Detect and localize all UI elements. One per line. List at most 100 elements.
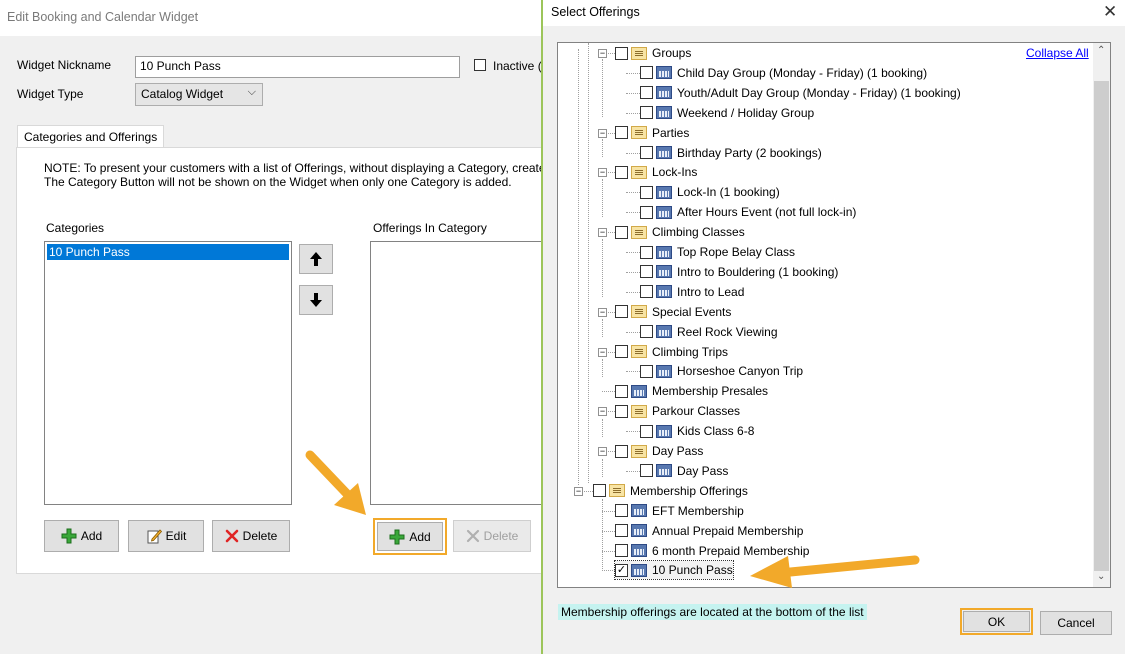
tree-node[interactable]: Parkour Classes xyxy=(615,402,740,420)
tree-node[interactable]: Lock-In (1 booking) xyxy=(640,183,780,201)
expander-minus-icon[interactable]: − xyxy=(598,128,607,138)
checkbox[interactable] xyxy=(640,464,653,478)
checkbox[interactable] xyxy=(593,484,606,498)
tab-categories-and-offerings[interactable]: Categories and Offerings xyxy=(17,125,165,148)
checkbox[interactable] xyxy=(640,424,653,438)
expander-minus-icon[interactable]: − xyxy=(598,447,607,456)
tree-node[interactable]: Weekend / Holiday Group xyxy=(640,104,814,122)
tree-node[interactable]: Birthday Party (2 bookings) xyxy=(640,144,822,162)
checkbox[interactable] xyxy=(615,444,628,458)
tree-connector xyxy=(626,470,640,472)
expander-minus-icon[interactable]: − xyxy=(598,407,607,417)
tree-node-label: Horseshoe Canyon Trip xyxy=(677,364,804,379)
tree-node[interactable]: Horseshoe Canyon Trip xyxy=(640,362,803,380)
checkbox[interactable] xyxy=(640,86,653,100)
inactive-label: Inactive ( xyxy=(493,59,542,73)
tree-node[interactable]: Membership Presales xyxy=(615,382,768,400)
note-line-1: NOTE: To present your customers with a l… xyxy=(44,161,559,175)
tree-node[interactable]: Intro to Lead xyxy=(640,283,744,301)
offering-add-button[interactable]: Add xyxy=(377,522,443,551)
expander-minus-icon[interactable]: − xyxy=(598,347,607,357)
offerings-listbox[interactable] xyxy=(370,241,548,505)
tree-node[interactable]: Climbing Trips xyxy=(615,343,728,361)
tree-connector xyxy=(626,152,640,154)
tree-node-label: Reel Rock Viewing xyxy=(677,324,778,339)
tree-node-label: Parties xyxy=(652,125,690,140)
category-folder-icon xyxy=(631,444,647,458)
tree-node[interactable]: Parties xyxy=(615,124,689,142)
checkbox[interactable] xyxy=(615,524,628,538)
annotation-arrow-to-add xyxy=(305,450,366,515)
checkbox[interactable] xyxy=(615,384,628,398)
checkbox[interactable] xyxy=(640,245,653,259)
checkbox[interactable] xyxy=(615,126,628,140)
tree-node[interactable]: Special Events xyxy=(615,303,731,321)
expander-minus-icon[interactable]: − xyxy=(598,228,607,238)
checkbox[interactable] xyxy=(615,504,628,518)
collapse-all-link[interactable]: Collapse All xyxy=(1026,46,1089,60)
scroll-thumb[interactable] xyxy=(1094,81,1109,571)
scroll-down-icon[interactable]: ⌄ xyxy=(1097,571,1105,582)
tree-scrollbar[interactable]: ⌃ ⌄ xyxy=(1093,43,1110,587)
tree-guide-line xyxy=(602,59,603,117)
tree-guide-line xyxy=(602,499,603,571)
move-down-button[interactable] xyxy=(299,285,333,315)
tree-node[interactable]: EFT Membership xyxy=(615,502,744,520)
checkbox[interactable] xyxy=(615,46,628,60)
tree-node[interactable]: Child Day Group (Monday - Friday) (1 boo… xyxy=(640,64,927,82)
tree-node[interactable]: Kids Class 6-8 xyxy=(640,422,754,440)
tree-node[interactable]: Day Pass xyxy=(640,462,728,480)
checkbox[interactable] xyxy=(615,345,628,358)
tree-node[interactable]: Lock-Ins xyxy=(615,163,697,181)
offerings-tree[interactable]: − Groups Child Day Group (Monday - Friday)… xyxy=(557,42,1111,588)
checkbox[interactable] xyxy=(615,225,628,239)
checkbox[interactable] xyxy=(640,364,653,378)
scroll-up-icon[interactable]: ⌃ xyxy=(1097,45,1105,56)
tree-node[interactable]: Day Pass xyxy=(615,442,703,460)
ok-button[interactable]: OK xyxy=(963,611,1030,632)
checkbox[interactable] xyxy=(615,165,628,179)
tree-node-label: Lock-In (1 booking) xyxy=(677,185,780,200)
category-delete-button[interactable]: Delete xyxy=(212,520,290,552)
cancel-button[interactable]: Cancel xyxy=(1040,611,1112,635)
checkbox[interactable] xyxy=(615,305,628,319)
tree-node[interactable]: Reel Rock Viewing xyxy=(640,323,778,341)
tree-node[interactable]: Climbing Classes xyxy=(615,223,745,241)
tree-node[interactable]: After Hours Event (not full lock-in) xyxy=(640,203,856,221)
checkbox[interactable] xyxy=(640,325,653,339)
checkbox[interactable] xyxy=(615,404,628,418)
checkbox[interactable] xyxy=(640,66,653,80)
expander-minus-icon[interactable]: − xyxy=(574,486,583,496)
list-item[interactable]: 10 Punch Pass xyxy=(47,244,289,260)
arrow-down-icon xyxy=(310,293,322,307)
tree-node[interactable]: ✓ 10 Punch Pass xyxy=(614,560,734,581)
expander-minus-icon[interactable]: − xyxy=(598,168,607,178)
checkbox[interactable] xyxy=(640,106,653,120)
close-icon[interactable]: ✕ xyxy=(1103,2,1117,22)
checked-checkbox[interactable]: ✓ xyxy=(615,563,628,577)
tree-node[interactable]: Intro to Bouldering (1 booking) xyxy=(640,263,838,281)
expander-minus-icon[interactable]: − xyxy=(598,49,607,58)
move-up-button[interactable] xyxy=(299,244,333,274)
categories-listbox[interactable]: 10 Punch Pass xyxy=(44,241,292,505)
checkbox[interactable] xyxy=(640,146,653,159)
tree-node[interactable]: Youth/Adult Day Group (Monday - Friday) … xyxy=(640,84,961,102)
widget-nickname-input[interactable]: 10 Punch Pass xyxy=(135,56,460,78)
expander-minus-icon[interactable]: − xyxy=(598,307,607,317)
category-edit-button[interactable]: Edit xyxy=(128,520,204,552)
widget-type-select[interactable]: Catalog Widget ⌵ xyxy=(135,83,263,106)
category-delete-label: Delete xyxy=(242,529,278,543)
inactive-checkbox[interactable] xyxy=(474,59,486,71)
category-add-button[interactable]: Add xyxy=(44,520,119,552)
tree-node[interactable]: Membership Offerings xyxy=(593,482,748,500)
tree-node[interactable]: Annual Prepaid Membership xyxy=(615,522,803,540)
checkbox[interactable] xyxy=(640,265,653,279)
tree-node[interactable]: Top Rope Belay Class xyxy=(640,243,795,261)
checkbox[interactable] xyxy=(640,185,653,199)
tree-node[interactable]: Groups xyxy=(615,44,691,62)
widget-type-value: Catalog Widget xyxy=(141,87,224,101)
checkbox[interactable] xyxy=(640,285,653,299)
checkbox[interactable] xyxy=(640,205,653,219)
checkbox[interactable] xyxy=(615,544,628,557)
offering-delete-button[interactable]: Delete xyxy=(453,520,531,552)
